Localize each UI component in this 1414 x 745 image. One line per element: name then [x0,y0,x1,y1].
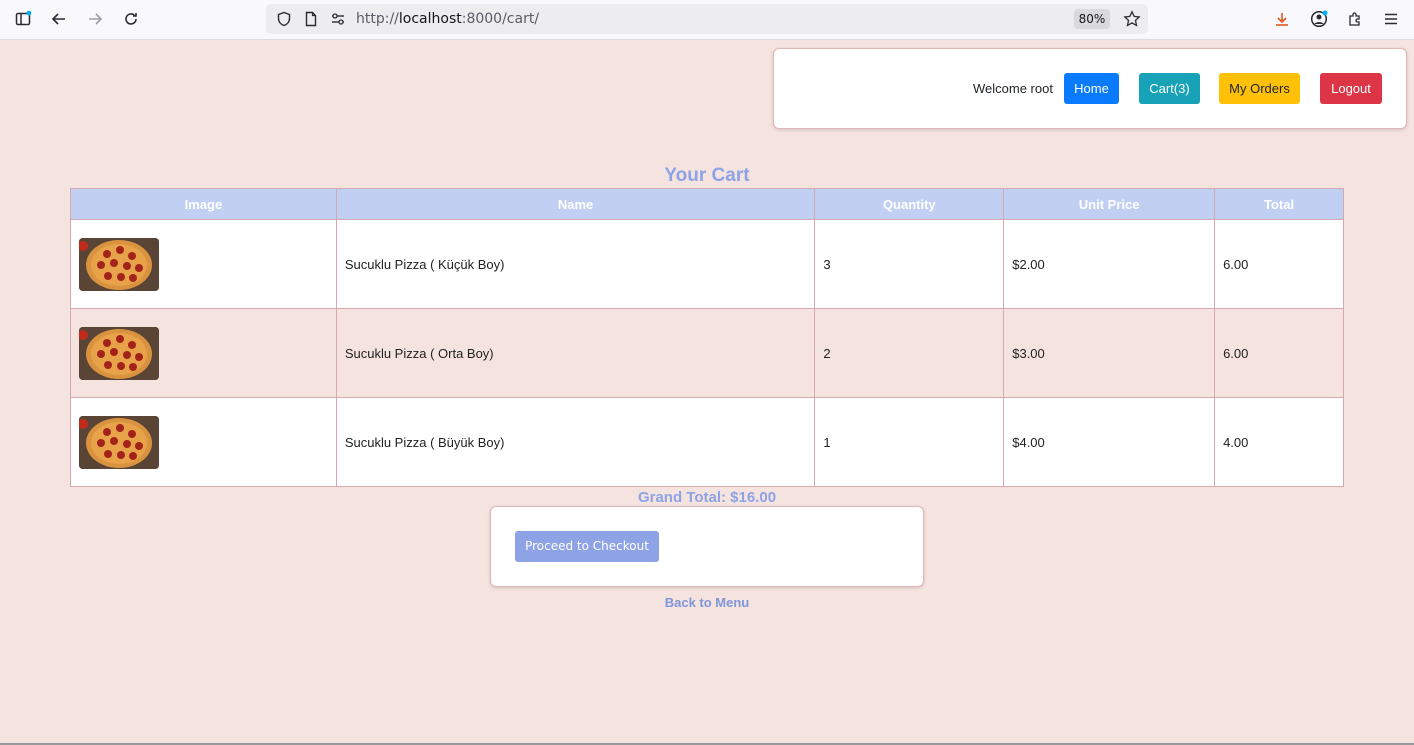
table-header-row: Image Name Quantity Unit Price Total [70,188,1344,220]
url-text[interactable]: http://localhost:8000/cart/ [356,11,539,27]
table-row: Sucuklu Pizza ( Orta Boy) 2 $3.00 6.00 [70,308,1344,398]
browser-toolbar: http://localhost:8000/cart/ 80% [0,0,1414,40]
account-icon[interactable] [1309,9,1329,29]
page-icon[interactable] [301,9,321,29]
pizza-image [79,415,159,469]
logout-button[interactable]: Logout [1320,73,1382,104]
forward-icon[interactable] [85,9,105,29]
item-unit-price: $4.00 [1003,397,1216,487]
my-orders-button[interactable]: My Orders [1219,73,1300,104]
back-to-menu-link[interactable]: Back to Menu [0,595,1414,610]
welcome-text: Welcome root [973,81,1053,96]
proceed-to-checkout-button[interactable]: Proceed to Checkout [515,531,659,562]
back-icon[interactable] [49,9,69,29]
downloads-icon[interactable] [1272,9,1292,29]
page-title: Your Cart [664,165,750,186]
item-total: 4.00 [1214,397,1344,487]
grand-total: Grand Total: $16.00 [637,489,777,506]
home-button[interactable]: Home [1064,73,1119,104]
shield-icon[interactable] [274,9,294,29]
header-image: Image [70,188,337,220]
bookmark-star-icon[interactable] [1122,9,1142,29]
item-total: 6.00 [1214,308,1344,398]
header-name: Name [335,188,816,220]
sidebar-toggle-icon[interactable] [13,9,33,29]
item-name: Sucuklu Pizza ( Küçük Boy) [335,219,816,309]
header-total: Total [1214,188,1344,220]
image-cell [70,219,337,309]
checkout-card: Proceed to Checkout [490,506,924,587]
item-unit-price: $3.00 [1003,308,1216,398]
zoom-level[interactable]: 80% [1074,9,1110,29]
table-row: Sucuklu Pizza ( Büyük Boy) 1 $4.00 4.00 [70,397,1344,487]
table-row: Sucuklu Pizza ( Küçük Boy) 3 $2.00 6.00 [70,219,1344,309]
header-quantity: Quantity [814,188,1005,220]
image-cell [70,397,337,487]
user-nav-card: Welcome root Home Cart(3) My Orders Logo… [773,48,1407,129]
item-unit-price: $2.00 [1003,219,1216,309]
menu-icon[interactable] [1381,9,1401,29]
item-name: Sucuklu Pizza ( Büyük Boy) [335,397,816,487]
item-quantity: 3 [814,219,1005,309]
item-quantity: 2 [814,308,1005,398]
image-cell [70,308,337,398]
pizza-image [79,237,159,291]
pizza-image [79,326,159,380]
permissions-icon[interactable] [328,9,348,29]
cart-button[interactable]: Cart(3) [1139,73,1200,104]
item-quantity: 1 [814,397,1005,487]
header-unit-price: Unit Price [1003,188,1216,220]
cart-table: Image Name Quantity Unit Price Total Suc… [70,188,1344,487]
item-total: 6.00 [1214,219,1344,309]
extensions-icon[interactable] [1345,9,1365,29]
item-name: Sucuklu Pizza ( Orta Boy) [335,308,816,398]
reload-icon[interactable] [121,9,141,29]
address-bar[interactable]: http://localhost:8000/cart/ 80% [266,4,1148,34]
